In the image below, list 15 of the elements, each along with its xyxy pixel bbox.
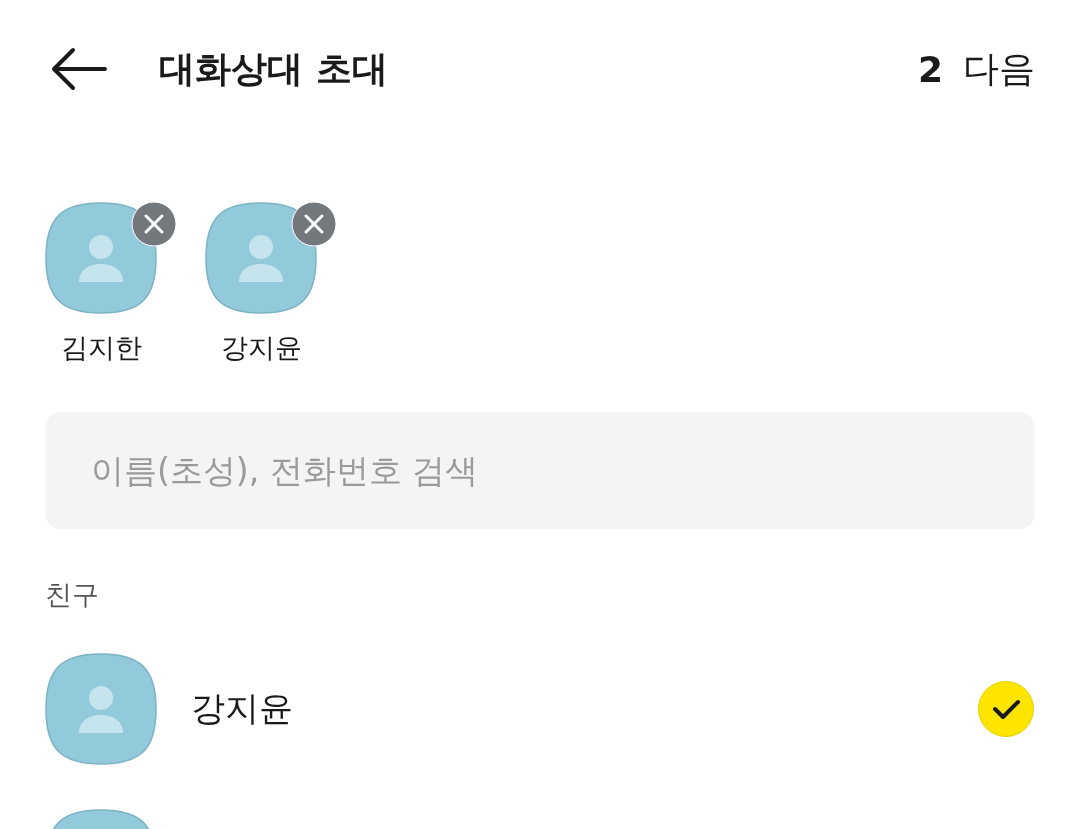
- back-arrow-icon[interactable]: [51, 47, 107, 91]
- friend-name[interactable]: 강지윤: [191, 686, 977, 732]
- avatar-icon: [205, 202, 317, 314]
- avatar-icon: [45, 653, 157, 765]
- remove-icon[interactable]: [131, 201, 177, 247]
- next-button[interactable]: 다음: [963, 44, 1035, 94]
- contact-name: 강지윤: [220, 331, 302, 365]
- page-title: 대화상대 초대: [159, 46, 389, 91]
- contact-name: 김지한: [60, 331, 142, 365]
- section-label: 친구: [45, 578, 100, 612]
- checked-icon[interactable]: [977, 680, 1035, 738]
- selected-count: 2: [917, 48, 943, 90]
- avatar-icon: [45, 202, 157, 314]
- remove-icon[interactable]: [291, 201, 337, 247]
- search-field[interactable]: 이름(초성), 전화번호 검색: [45, 412, 1035, 529]
